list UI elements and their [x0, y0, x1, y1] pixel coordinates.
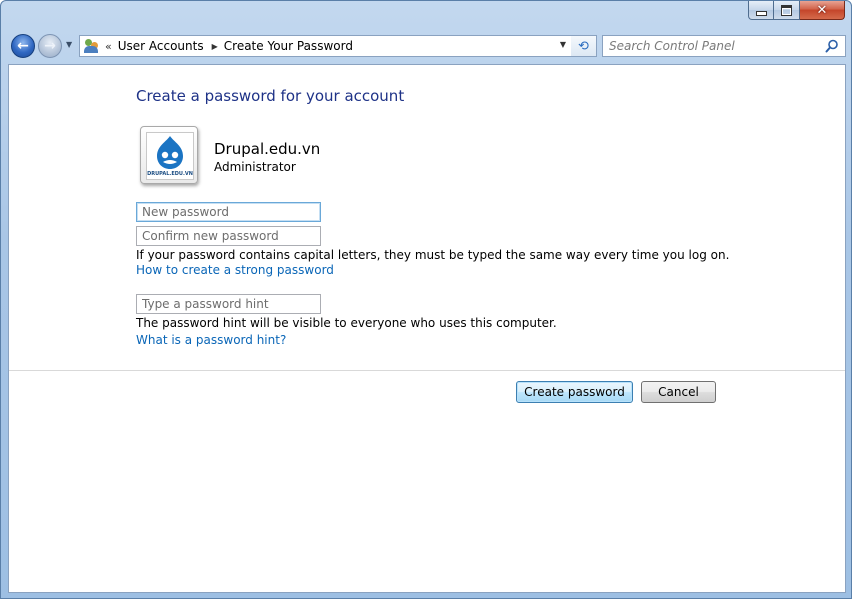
new-password-field[interactable]	[136, 202, 321, 222]
refresh-button[interactable]: ⟲	[571, 35, 597, 57]
breadcrumb-create-your-password[interactable]: Create Your Password	[224, 39, 353, 53]
strong-password-link[interactable]: How to create a strong password	[136, 263, 334, 277]
confirm-password-field[interactable]	[136, 226, 321, 246]
avatar: DRUPAL.EDU.VN	[140, 126, 198, 184]
address-bar[interactable]: « User Accounts ▶ Create Your Password ▼	[79, 35, 597, 57]
password-hint-field[interactable]	[136, 294, 321, 314]
page-title: Create a password for your account	[136, 87, 405, 105]
hint-visibility-note: The password hint will be visible to eve…	[136, 316, 557, 330]
content-pane: Create a password for your account DRUPA…	[8, 64, 846, 593]
close-button[interactable]: ✕	[800, 1, 845, 20]
caps-lock-note: If your password contains capital letter…	[136, 248, 730, 262]
avatar-caption: DRUPAL.EDU.VN	[147, 171, 193, 177]
maximize-button[interactable]	[774, 1, 800, 20]
minimize-icon	[755, 10, 767, 16]
breadcrumb-overflow-chevron[interactable]: «	[105, 40, 112, 53]
create-password-button[interactable]: Create password	[516, 381, 633, 403]
caption-buttons: ✕	[748, 1, 845, 20]
forward-arrow-icon: →	[44, 38, 56, 54]
account-name: Drupal.edu.vn	[214, 140, 321, 158]
close-icon: ✕	[816, 2, 828, 18]
minimize-button[interactable]	[748, 1, 774, 20]
forward-button[interactable]: →	[38, 34, 62, 58]
drupal-drop-icon	[157, 136, 183, 169]
back-arrow-icon: ←	[17, 38, 29, 54]
account-role: Administrator	[214, 160, 296, 174]
search-box[interactable]	[602, 35, 846, 57]
password-hint-help-link[interactable]: What is a password hint?	[136, 333, 286, 347]
address-dropdown-icon[interactable]: ▼	[560, 40, 566, 49]
navigation-bar: ← → ▼ « User Accounts ▶ Create Your Pass…	[9, 32, 846, 60]
drupal-logo-icon: DRUPAL.EDU.VN	[146, 132, 194, 180]
cancel-button[interactable]: Cancel	[641, 381, 716, 403]
breadcrumb-separator-icon[interactable]: ▶	[212, 42, 218, 51]
refresh-icon: ⟲	[578, 38, 589, 54]
search-input[interactable]	[609, 37, 819, 55]
user-accounts-icon	[83, 38, 101, 54]
recent-pages-dropdown-icon[interactable]: ▼	[66, 40, 72, 49]
divider	[9, 370, 845, 371]
maximize-icon	[781, 4, 792, 16]
control-panel-window: ✕ ← → ▼ « User Accounts ▶ Create Your Pa…	[0, 0, 852, 599]
back-button[interactable]: ←	[11, 34, 35, 58]
breadcrumb-user-accounts[interactable]: User Accounts	[118, 39, 204, 53]
search-icon[interactable]	[825, 39, 839, 53]
